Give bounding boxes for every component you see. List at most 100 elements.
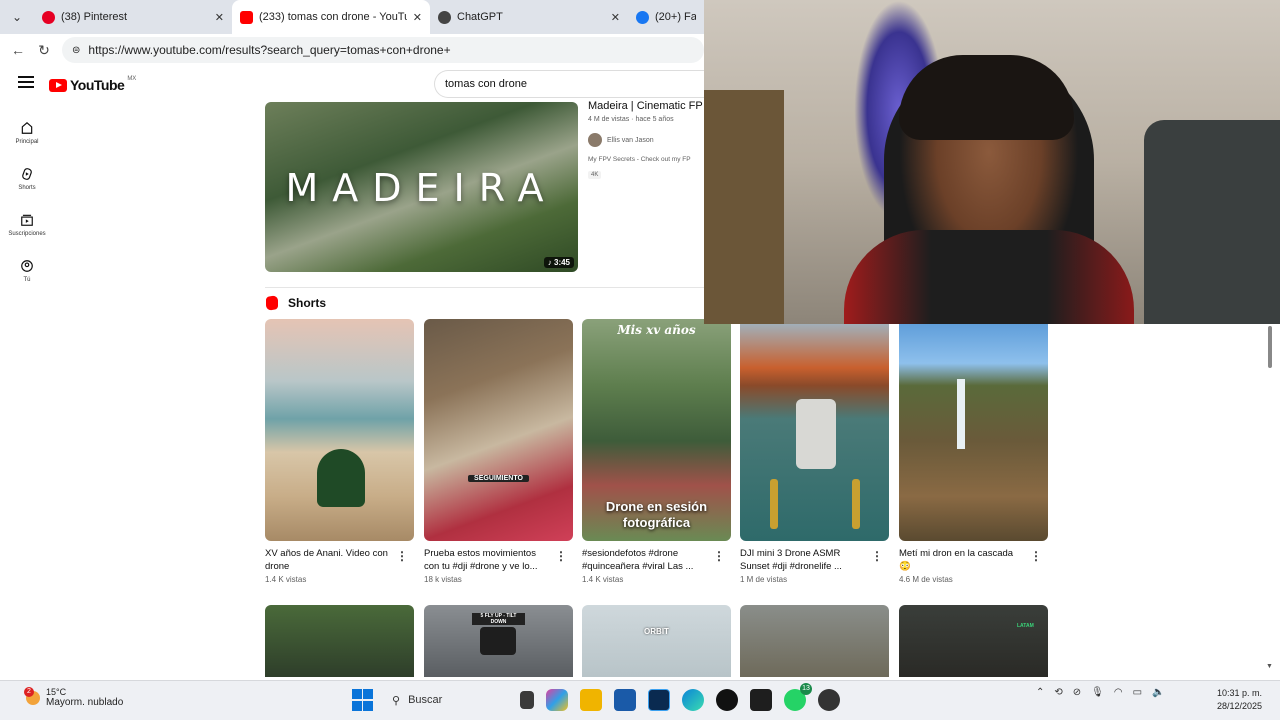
tab-title: ChatGPT <box>457 11 503 23</box>
clock-time: 10:31 p. m. <box>1216 688 1262 698</box>
thumbnail-text: SEGUIMIENTO <box>468 475 529 482</box>
tab-list-button[interactable]: ⌄ <box>0 0 34 34</box>
menu-icon[interactable] <box>18 76 34 90</box>
channel-row[interactable]: Ellis van Jason <box>588 133 704 147</box>
short-title[interactable]: Prueba estos movimientos con tu #dji #dr… <box>424 547 552 573</box>
short-title[interactable]: #sesiondefotos #drone #quinceañera #vira… <box>582 547 710 573</box>
short-title[interactable]: Metí mi dron en la cascada 😳 <box>899 547 1027 573</box>
more-options-icon[interactable]: ⋮ <box>871 549 883 563</box>
close-tab-button[interactable]: ✕ <box>413 11 422 24</box>
copilot-icon[interactable] <box>546 689 568 711</box>
short-thumbnail[interactable]: LATAM <box>899 605 1048 677</box>
volume-icon[interactable]: 🔈 <box>1152 687 1164 698</box>
reload-icon[interactable]: ↻ <box>36 42 52 59</box>
notification-badge: 13 <box>800 683 812 695</box>
youtube-logo[interactable]: YouTube MX <box>49 76 136 93</box>
sidebar-item-shorts[interactable]: Shorts <box>0 156 54 202</box>
channel-name[interactable]: Ellis van Jason <box>607 137 654 144</box>
short-thumbnail[interactable]: 5 FLY UP - TILT DOWN <box>424 605 573 677</box>
tab-pinterest[interactable]: (38) Pinterest ✕ <box>34 0 232 34</box>
photoshop-icon[interactable] <box>648 689 670 711</box>
chatgpt-icon <box>438 10 451 24</box>
more-options-icon[interactable]: ⋮ <box>396 549 408 563</box>
video-info: Madeira | Cinematic FP 4 M de vistas · h… <box>588 100 704 181</box>
sidebar-item-tu[interactable]: Tú <box>0 248 54 294</box>
youtube-play-icon <box>49 78 67 92</box>
scroll-down-arrow-icon[interactable]: ▼ <box>1266 663 1273 670</box>
divider <box>265 287 704 288</box>
short-card[interactable]: XV años de Anani. Video con drone 1.4 K … <box>265 319 414 584</box>
more-options-icon[interactable]: ⋮ <box>1030 549 1042 563</box>
file-explorer-icon[interactable] <box>580 689 602 711</box>
back-arrow-icon[interactable]: ← <box>10 42 26 58</box>
short-thumbnail[interactable]: SEGUIMIENTO <box>424 319 573 541</box>
taskbar: 2 15°C Mayorm. nublado ⚲ Buscar 13 ⌃ ⟲ ⊘… <box>0 680 1280 720</box>
wifi-icon[interactable]: ◠ <box>1114 687 1123 698</box>
sidebar-label: Shorts <box>18 185 36 191</box>
chevron-up-icon[interactable]: ⌃ <box>1036 687 1044 698</box>
microphone-icon[interactable]: 🎙 <box>1091 687 1104 698</box>
scrollbar[interactable]: ▼ <box>1266 324 1274 670</box>
battery-icon[interactable]: ▭ <box>1133 687 1142 698</box>
quality-badge: 4K <box>588 171 602 179</box>
taskbar-apps: ⚲ Buscar 13 <box>352 683 840 713</box>
short-views: 1.4 K vistas <box>265 575 307 584</box>
short-thumbnail[interactable] <box>265 605 414 677</box>
scrollbar-thumb[interactable] <box>1268 326 1272 368</box>
sidebar-label: Principal <box>15 139 39 145</box>
tiktok-icon[interactable] <box>716 689 738 711</box>
short-thumbnail[interactable]: ORBIT <box>582 605 731 677</box>
start-icon[interactable] <box>352 689 374 711</box>
sync-icon[interactable]: ⟲ <box>1054 687 1062 698</box>
weather-condition: Mayorm. nublado <box>46 697 124 708</box>
sidebar-item-principal[interactable]: Principal <box>0 110 54 156</box>
video-description: My FPV Secrets - Check out my FP <box>588 156 691 163</box>
webcam-background <box>1144 120 1280 324</box>
app-icon[interactable] <box>750 689 772 711</box>
taskbar-search[interactable]: ⚲ Buscar <box>386 687 508 713</box>
whatsapp-icon[interactable]: 13 <box>784 683 812 711</box>
url-field[interactable]: ⊜ https://www.youtube.com/results?search… <box>62 37 704 63</box>
search-input[interactable]: tomas con drone <box>434 70 704 98</box>
tab-youtube[interactable]: (233) tomas con drone - YouTube ✕ <box>232 0 430 34</box>
pinterest-icon <box>42 10 55 24</box>
short-thumbnail[interactable] <box>740 319 889 541</box>
weather-widget[interactable]: 2 15°C Mayorm. nublado <box>24 686 124 708</box>
short-title[interactable]: XV años de Anani. Video con drone <box>265 547 393 573</box>
recorder-icon[interactable] <box>818 689 840 711</box>
sidebar-item-suscripciones[interactable]: Suscripciones <box>0 202 54 248</box>
short-thumbnail[interactable] <box>265 319 414 541</box>
site-info-icon[interactable]: ⊜ <box>72 45 80 56</box>
search-icon: ⚲ <box>392 694 401 707</box>
short-card[interactable]: DJI mini 3 Drone ASMR Sunset #dji #drone… <box>740 319 889 584</box>
task-view-icon[interactable] <box>520 691 534 709</box>
video-title[interactable]: Madeira | Cinematic FP <box>588 100 704 112</box>
short-card[interactable]: SEGUIMIENTO Prueba estos movimientos con… <box>424 319 573 584</box>
more-options-icon[interactable]: ⋮ <box>713 549 725 563</box>
tab-title: (20+) Face <box>655 11 696 23</box>
shorts-icon <box>22 168 32 180</box>
tab-title: (233) tomas con drone - YouTube <box>259 11 407 23</box>
short-title[interactable]: DJI mini 3 Drone ASMR Sunset #dji #drone… <box>740 547 868 573</box>
edge-icon[interactable] <box>682 689 704 711</box>
close-tab-button[interactable]: ✕ <box>611 11 620 24</box>
short-thumbnail[interactable] <box>899 319 1048 541</box>
thumbnail-text-top: Mis xv años <box>617 323 696 337</box>
address-bar-row: ← ↻ ⊜ https://www.youtube.com/results?se… <box>0 34 704 66</box>
short-views: 1.4 K vistas <box>582 575 624 584</box>
clock[interactable]: 10:31 p. m. 28/12/2025 <box>1217 687 1262 713</box>
network-off-icon[interactable]: ⊘ <box>1073 687 1081 698</box>
sidebar-label: Tú <box>23 277 31 283</box>
notification-badge: 2 <box>24 686 34 697</box>
short-card[interactable]: Metí mi dron en la cascada 😳 4.6 M de vi… <box>899 319 1048 584</box>
store-icon[interactable] <box>614 689 636 711</box>
video-thumbnail[interactable]: MADEIRA ♪ 3:45 <box>265 102 578 272</box>
more-options-icon[interactable]: ⋮ <box>555 549 567 563</box>
tab-facebook[interactable]: (20+) Face <box>628 0 704 34</box>
thumbnail-text: ORBIT <box>644 627 669 636</box>
short-card[interactable]: Mis xv años Drone en sesión fotográfica … <box>582 319 731 584</box>
short-thumbnail[interactable] <box>740 605 889 677</box>
tab-chatgpt[interactable]: ChatGPT ✕ <box>430 0 628 34</box>
close-tab-button[interactable]: ✕ <box>215 11 224 24</box>
short-thumbnail[interactable]: Mis xv años Drone en sesión fotográfica <box>582 319 731 541</box>
